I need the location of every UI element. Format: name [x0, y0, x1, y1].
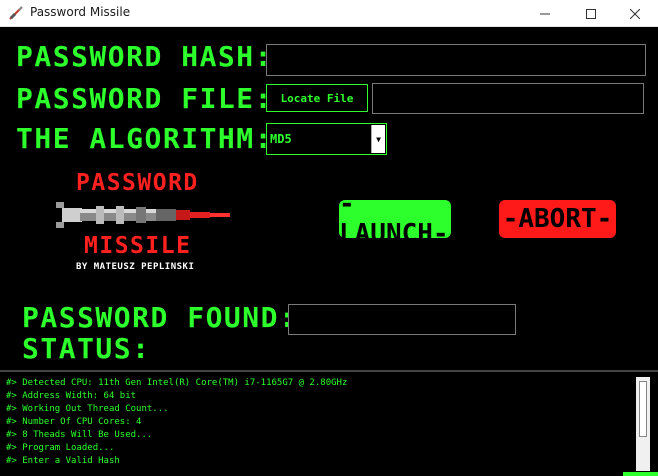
- chevron-down-icon[interactable]: ▼: [371, 125, 385, 153]
- logo-byline: BY MATEUSZ PEPLINSKI: [76, 262, 195, 272]
- console-line: #> Working Out Thread Count...: [6, 404, 169, 414]
- password-hash-input[interactable]: [266, 44, 646, 76]
- algorithm-value: MD5: [270, 132, 292, 146]
- algorithm-select[interactable]: MD5 ▼: [266, 123, 387, 155]
- console-scrollbar-thumb[interactable]: [639, 381, 647, 437]
- algorithm-label: THE ALGORITHM:: [16, 122, 274, 155]
- locate-file-button[interactable]: Locate File: [266, 84, 368, 112]
- console-line: #> Number Of CPU Cores: 4: [6, 417, 142, 427]
- password-found-input[interactable]: [288, 304, 516, 335]
- window-title: Password Missile: [30, 5, 131, 19]
- main-panel: PASSWORD HASH: PASSWORD FILE: Locate Fil…: [0, 28, 658, 370]
- missile-logo-icon: [56, 202, 230, 228]
- password-hash-label: PASSWORD HASH:: [16, 40, 274, 73]
- missile-icon: [9, 6, 23, 20]
- status-label: STATUS:: [22, 332, 151, 365]
- console-lines: #> Detected CPU: 11th Gen Intel(R) Core(…: [6, 377, 626, 468]
- title-bar: Password Missile: [0, 0, 658, 27]
- minimize-icon: [540, 13, 550, 14]
- console-line: #> Address Width: 64 bit: [6, 391, 137, 401]
- abort-button[interactable]: -ABORT-: [499, 200, 616, 238]
- console-line: #> Program Loaded...: [6, 443, 115, 453]
- minimize-button[interactable]: [522, 0, 568, 27]
- password-file-label: PASSWORD FILE:: [16, 82, 274, 115]
- logo-title-bottom: MISSILE: [84, 233, 192, 259]
- password-found-label: PASSWORD FOUND:: [22, 301, 298, 334]
- progress-bar: [623, 472, 658, 476]
- maximize-icon: [586, 8, 596, 19]
- console-line: #> Enter a Valid Hash: [6, 456, 120, 466]
- launch-button[interactable]: -LAUNCH-: [339, 189, 451, 249]
- close-icon: [630, 8, 640, 19]
- console-line: #> Detected CPU: 11th Gen Intel(R) Core(…: [6, 378, 348, 388]
- close-button[interactable]: [612, 0, 658, 27]
- console-line: #> 8 Theads Will Be Used...: [6, 430, 153, 440]
- password-file-input[interactable]: [372, 83, 644, 114]
- logo-title-top: PASSWORD: [76, 170, 199, 196]
- console-scrollbar[interactable]: [636, 377, 650, 471]
- console-output: #> Detected CPU: 11th Gen Intel(R) Core(…: [0, 370, 658, 476]
- maximize-button[interactable]: [568, 0, 614, 27]
